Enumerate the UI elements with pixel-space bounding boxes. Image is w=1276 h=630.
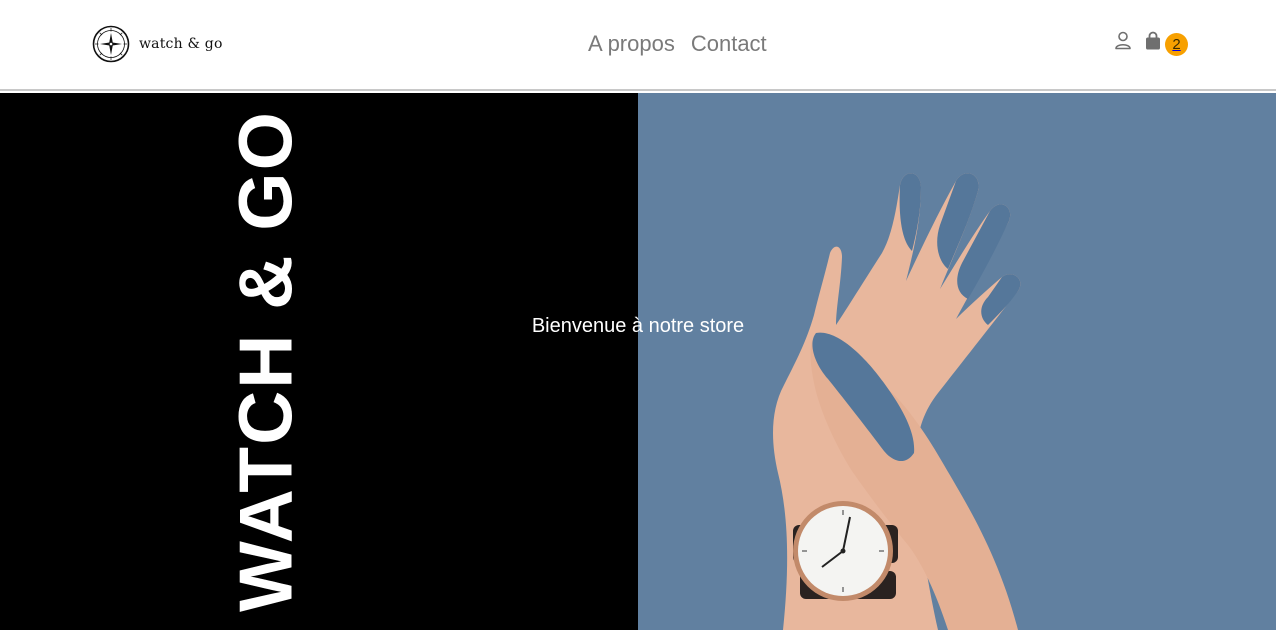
logo-link[interactable]: watch & go <box>92 25 223 63</box>
cart-button[interactable]: 2 <box>1144 30 1188 56</box>
hero-banner: WATCH & GO Bienvenue à notre store <box>0 93 1276 630</box>
nav-link-a-propos[interactable]: A propos <box>588 30 675 58</box>
hand-with-watch-image <box>773 173 1021 630</box>
brand-vertical-title: WATCH & GO <box>223 110 308 612</box>
welcome-text: Bienvenue à notre store <box>531 315 745 337</box>
account-button[interactable] <box>1114 31 1132 51</box>
user-icon <box>1115 31 1131 50</box>
cart-count-badge: 2 <box>1165 33 1188 56</box>
site-header: watch & go A propos Contact 2 <box>0 0 1276 91</box>
main-nav: A propos Contact <box>588 30 767 58</box>
compass-logo-icon <box>92 25 130 63</box>
logo-text: watch & go <box>139 36 223 52</box>
nav-link-contact[interactable]: Contact <box>691 30 767 58</box>
hero-right-panel <box>638 93 1276 630</box>
hero-left-panel: WATCH & GO <box>0 93 638 630</box>
shopping-bag-icon <box>1146 31 1160 50</box>
